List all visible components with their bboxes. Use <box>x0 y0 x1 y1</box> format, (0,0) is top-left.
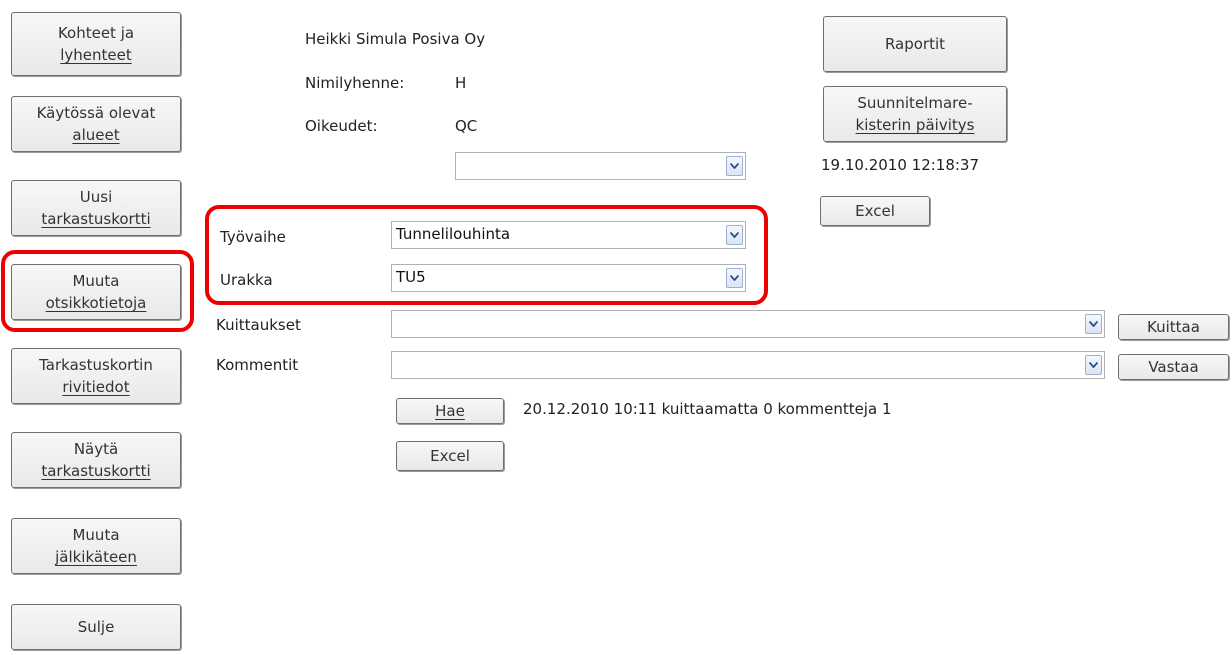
status-text: 20.12.2010 10:11 kuittaamatta 0 kommentt… <box>523 400 892 418</box>
button-label-line: Uusi <box>79 188 113 206</box>
kommentit-label: Kommentit <box>216 356 299 374</box>
kohteet-ja-lyhenteet-button[interactable]: Kohteet ja lyhenteet <box>11 12 181 76</box>
tyovaihe-select-value: Tunnelilouhinta <box>396 225 511 243</box>
button-label-line: alueet <box>72 126 120 144</box>
muuta-jalkikateen-button[interactable]: Muuta jälkikäteen <box>11 518 181 574</box>
raportit-button[interactable]: Raportit <box>823 16 1007 72</box>
uusi-tarkastuskortti-button[interactable]: Uusi tarkastuskortti <box>11 180 181 236</box>
nayta-tarkastuskortti-button[interactable]: Näytä tarkastuskortti <box>11 432 181 488</box>
button-label-line: Käytössä olevat <box>36 104 156 122</box>
button-label-line: jälkikäteen <box>55 548 137 566</box>
sulje-button[interactable]: Sulje <box>11 604 181 650</box>
button-label: Sulje <box>77 618 115 636</box>
button-label-line: Näytä <box>73 440 119 458</box>
button-label: Hae <box>435 402 465 420</box>
chevron-down-icon[interactable] <box>1085 355 1102 375</box>
tyovaihe-select[interactable]: Tunnelilouhinta <box>391 221 746 249</box>
chevron-down-icon[interactable] <box>726 268 743 288</box>
button-label-line: Muuta <box>72 526 120 544</box>
button-label-line: lyhenteet <box>60 46 132 64</box>
user-name: Heikki Simula Posiva Oy <box>305 30 486 48</box>
button-label-line: Tarkastuskortin <box>39 356 153 374</box>
button-label: Vastaa <box>1148 358 1199 376</box>
button-label: Kuittaa <box>1147 318 1200 336</box>
button-label-line: Suunnitelmare- <box>857 94 973 112</box>
chevron-down-icon[interactable] <box>1085 314 1102 334</box>
urakka-select[interactable]: TU5 <box>391 264 746 292</box>
excel-button[interactable]: Excel <box>396 441 504 471</box>
initials-label: Nimilyhenne: <box>305 74 405 92</box>
kommentit-select[interactable] <box>391 351 1105 379</box>
button-label: Excel <box>855 202 895 220</box>
kuittaukset-label: Kuittaukset <box>216 316 301 334</box>
chevron-down-icon[interactable] <box>726 225 743 245</box>
button-label-line: kisterin päivitys <box>855 116 975 134</box>
kuittaa-button[interactable]: Kuittaa <box>1118 314 1229 340</box>
chevron-down-icon[interactable] <box>726 156 743 176</box>
vastaa-button[interactable]: Vastaa <box>1118 354 1229 380</box>
urakka-select-value: TU5 <box>396 268 426 286</box>
button-label: Raportit <box>884 35 946 53</box>
rights-select[interactable] <box>455 152 746 180</box>
tyovaihe-label: Työvaihe <box>220 228 286 246</box>
initials-value: H <box>455 74 467 92</box>
rights-label: Oikeudet: <box>305 117 378 135</box>
excel-button-top[interactable]: Excel <box>820 196 930 226</box>
timestamp: 19.10.2010 12:18:37 <box>821 156 980 174</box>
muuta-otsikkotietoja-button[interactable]: Muuta otsikkotietoja <box>11 264 181 320</box>
button-label-line: rivitiedot <box>62 378 130 396</box>
kuittaukset-select[interactable] <box>391 310 1105 338</box>
rights-value: QC <box>455 117 478 135</box>
hae-button[interactable]: Hae <box>396 398 504 424</box>
button-label-line: tarkastuskortti <box>41 462 151 480</box>
tarkastuskortin-rivitiedot-button[interactable]: Tarkastuskortin rivitiedot <box>11 348 181 404</box>
button-label-line: Muuta <box>72 272 120 290</box>
urakka-label: Urakka <box>220 271 273 289</box>
button-label: Excel <box>430 447 470 465</box>
button-label-line: otsikkotietoja <box>45 294 147 312</box>
button-label-line: Kohteet ja <box>57 24 135 42</box>
kaytossa-olevat-alueet-button[interactable]: Käytössä olevat alueet <box>11 96 181 152</box>
button-label-line: tarkastuskortti <box>41 210 151 228</box>
suunnitelmarekisterin-paivitys-button[interactable]: Suunnitelmare-kisterin päivitys <box>823 86 1007 142</box>
